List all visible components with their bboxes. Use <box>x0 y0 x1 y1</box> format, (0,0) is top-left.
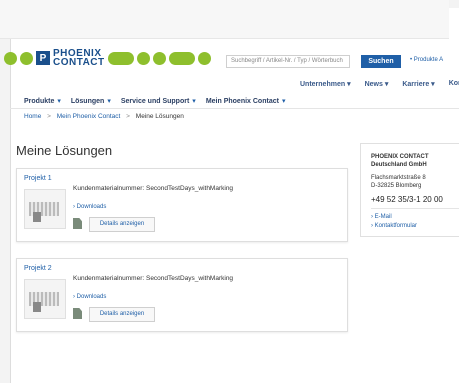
logo-wordmark: PHOENIX CONTACT <box>53 48 105 68</box>
project-title-link[interactable]: Projekt 1 <box>24 175 52 182</box>
product-thumbnail <box>24 189 66 229</box>
breadcrumb-current: Meine Lösungen <box>135 113 184 120</box>
project-card: Projekt 2 Kundenmaterialnummer: SecondTe… <box>16 258 348 332</box>
phoenix-contact-logo[interactable]: P PHOENIX CONTACT <box>4 46 211 70</box>
terminal-base-image <box>33 212 41 222</box>
logo-dot <box>152 51 166 65</box>
nav-item-mein-phoenix-contact[interactable]: Mein Phoenix Contact ▾ <box>206 97 286 105</box>
contact-divider <box>371 208 459 209</box>
downloads-link[interactable]: › Downloads <box>73 294 106 300</box>
terminal-base-image <box>33 302 41 312</box>
breadcrumb-separator: > <box>126 113 130 120</box>
document-icon <box>73 218 82 229</box>
document-icon <box>73 308 82 319</box>
contact-form-link[interactable]: › Kontaktformular <box>371 223 417 229</box>
logo-dot <box>136 51 150 65</box>
logo-pill <box>168 51 195 65</box>
page-title: Meine Lösungen <box>16 143 113 158</box>
search-button[interactable]: Suchen <box>361 55 401 68</box>
corporate-nav: Unternehmen ▾ News ▾ Karriere ▾ Kontakt <box>300 80 459 88</box>
nav-item-karriere[interactable]: Karriere ▾ <box>402 80 434 88</box>
search-input[interactable]: Suchbegriff / Artikel-Nr. / Typ / Wörter… <box>226 55 350 68</box>
breadcrumb-separator: > <box>47 113 51 120</box>
contact-box: PHOENIX CONTACT Deutschland GmbH Flachsm… <box>360 143 459 237</box>
breadcrumb: Home > Mein Phoenix Contact > Meine Lösu… <box>24 113 184 120</box>
logo-pill <box>107 51 134 65</box>
browser-viewport: P PHOENIX CONTACT Suchbegriff / Artikel-… <box>0 0 459 383</box>
nav-item-unternehmen[interactable]: Unternehmen ▾ <box>300 80 351 88</box>
products-az-link[interactable]: • Produkte A <box>410 57 443 63</box>
breadcrumb-mein-phoenix-contact[interactable]: Mein Phoenix Contact <box>57 113 121 120</box>
nav-item-loesungen[interactable]: Lösungen ▾ <box>71 97 111 105</box>
nav-item-service-support[interactable]: Service und Support ▾ <box>121 97 196 105</box>
contact-address: Flachsmarktstraße 8 D-32825 Blomberg <box>371 175 426 189</box>
customer-material-number: Kundenmaterialnummer: SecondTestDays_wit… <box>73 275 234 282</box>
main-nav: Produkte ▾ Lösungen ▾ Service und Support ▾… <box>24 97 285 105</box>
customer-material-number: Kundenmaterialnummer: SecondTestDays_wit… <box>73 185 234 192</box>
contact-phone: +49 52 35/3-1 20 00 <box>371 195 443 204</box>
show-details-button[interactable]: Details anzeigen <box>89 217 155 232</box>
nav-item-kontakt[interactable]: Kontakt <box>449 80 459 88</box>
logo-dot <box>20 51 33 65</box>
project-title-link[interactable]: Projekt 2 <box>24 265 52 272</box>
nav-item-produkte[interactable]: Produkte ▾ <box>24 97 61 105</box>
contact-company: PHOENIX CONTACT Deutschland GmbH <box>371 154 429 168</box>
email-link[interactable]: › E-Mail <box>371 214 392 220</box>
nav-item-news[interactable]: News ▾ <box>365 80 389 88</box>
top-strip <box>0 0 449 39</box>
breadcrumb-home[interactable]: Home <box>24 113 41 120</box>
logo-dot <box>4 51 17 65</box>
project-card: Projekt 1 Kundenmaterialnummer: SecondTe… <box>16 168 348 242</box>
show-details-button[interactable]: Details anzeigen <box>89 307 155 322</box>
downloads-link[interactable]: › Downloads <box>73 204 106 210</box>
logo-dot <box>197 51 211 65</box>
product-thumbnail <box>24 279 66 319</box>
nav-divider <box>10 108 459 109</box>
logo-mark: P <box>36 51 50 65</box>
